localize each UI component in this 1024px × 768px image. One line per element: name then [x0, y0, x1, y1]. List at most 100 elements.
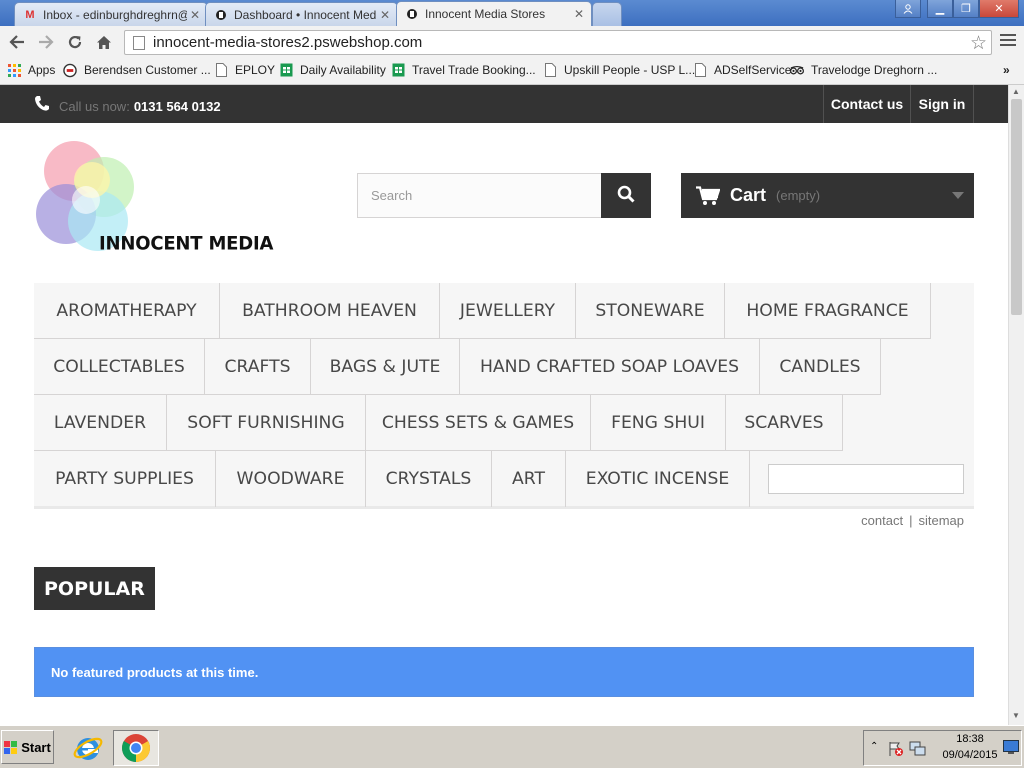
- search-button[interactable]: [601, 173, 651, 218]
- phone-number: 0131 564 0132: [133, 98, 221, 114]
- sheets-icon: [279, 63, 293, 77]
- network-icon[interactable]: [909, 741, 927, 762]
- menu-item-art[interactable]: ART: [492, 451, 566, 507]
- clock-time[interactable]: 18:38: [942, 733, 998, 745]
- page-viewport: Call us now: 0131 564 0132 Contact us Si…: [0, 85, 1008, 725]
- contact-us-link[interactable]: Contact us: [823, 85, 910, 123]
- popular-heading[interactable]: POPULAR: [34, 567, 155, 610]
- restore-icon[interactable]: ❐: [953, 0, 979, 18]
- menu-item-hand-crafted-soap-loaves[interactable]: HAND CRAFTED SOAP LOAVES: [460, 339, 760, 395]
- menu-item-home-fragrance[interactable]: HOME FRAGRANCE: [725, 283, 931, 339]
- scroll-up-icon[interactable]: ▲: [1012, 87, 1020, 96]
- back-icon[interactable]: [6, 31, 28, 53]
- bookmark-label: Berendsen Customer ...: [84, 63, 211, 77]
- menu-item-jewellery[interactable]: JEWELLERY: [440, 283, 576, 339]
- bookmark-star-icon[interactable]: ☆: [970, 32, 987, 55]
- tab-dashboard[interactable]: Dashboard • Innocent Media ✕: [205, 2, 398, 26]
- bookmark-eploy[interactable]: EPLOY: [214, 63, 275, 77]
- contact-link[interactable]: contact: [861, 513, 903, 528]
- menu-search-input[interactable]: [768, 464, 964, 494]
- menu-item-feng-shui[interactable]: FENG SHUI: [591, 395, 726, 451]
- apps-grid-icon: [7, 63, 21, 77]
- menu-item-chess-sets-games[interactable]: CHESS SETS & GAMES: [366, 395, 591, 451]
- menu-item-collectables[interactable]: COLLECTABLES: [34, 339, 205, 395]
- logo-text: INNOCENT MEDIA: [99, 232, 274, 255]
- tab-close-icon[interactable]: ✕: [377, 8, 393, 22]
- internet-explorer-icon[interactable]: [65, 730, 111, 766]
- search-input[interactable]: [357, 173, 602, 218]
- tripadvisor-icon: [790, 63, 804, 77]
- bookmark-travel-trade[interactable]: Travel Trade Booking...: [391, 63, 536, 77]
- menu-item-party-supplies[interactable]: PARTY SUPPLIES: [34, 451, 216, 507]
- minimize-icon[interactable]: ▁: [927, 0, 953, 18]
- home-icon[interactable]: [93, 31, 115, 53]
- clock-date[interactable]: 09/04/2015: [938, 749, 1002, 761]
- tab-title: Inbox - edinburghdreghrn@: [43, 7, 187, 22]
- call-us: Call us now: 0131 564 0132: [34, 95, 221, 117]
- gmail-icon: M: [25, 8, 35, 21]
- close-window-icon[interactable]: ✕: [979, 0, 1019, 18]
- address-bar[interactable]: innocent-media-stores2.pswebshop.com ☆: [124, 30, 992, 55]
- menu-item-crafts[interactable]: CRAFTS: [205, 339, 311, 395]
- phone-icon: [34, 95, 50, 117]
- bookmark-label: Travel Trade Booking...: [412, 63, 536, 77]
- chrome-menu-icon[interactable]: [1000, 34, 1016, 48]
- menu-item-crystals[interactable]: CRYSTALS: [366, 451, 492, 507]
- menu-item-aromatherapy[interactable]: AROMATHERAPY: [34, 283, 220, 339]
- reload-icon[interactable]: [64, 31, 86, 53]
- cart-button[interactable]: Cart (empty): [681, 173, 974, 218]
- tab-close-icon[interactable]: ✕: [571, 7, 587, 21]
- bookmark-adselfservice[interactable]: ADSelfService: [693, 63, 791, 77]
- tab-gmail[interactable]: M Inbox - edinburghdreghrn@ ✕: [14, 2, 208, 26]
- bookmarks-bar: Apps Berendsen Customer ... EPLOY Daily …: [0, 58, 1024, 85]
- call-label: Call us now:: [59, 98, 130, 114]
- menu-item-scarves[interactable]: SCARVES: [726, 395, 843, 451]
- bookmarks-overflow-button[interactable]: »: [1003, 63, 1010, 77]
- menu-item-stoneware[interactable]: STONEWARE: [576, 283, 725, 339]
- page-scrollbar[interactable]: ▲ ▼: [1008, 85, 1024, 725]
- bookmark-berendsen[interactable]: Berendsen Customer ...: [63, 63, 211, 77]
- bookmark-upskill-people[interactable]: Upskill People - USP L...: [543, 63, 695, 77]
- prestashop-icon: [214, 8, 228, 22]
- menu-item-bathroom-heaven[interactable]: BATHROOM HEAVEN: [220, 283, 440, 339]
- store-logo[interactable]: INNOCENT MEDIA: [34, 140, 282, 260]
- menu-item-bags-jute[interactable]: BAGS & JUTE: [311, 339, 460, 395]
- sheets-icon: [391, 63, 405, 77]
- cart-label: Cart: [730, 185, 767, 205]
- bookmark-travelodge[interactable]: Travelodge Dreghorn ...: [790, 63, 937, 77]
- system-tray: ⌃ 18:38 09/04/2015: [863, 730, 1022, 766]
- sitemap-link[interactable]: sitemap: [918, 513, 964, 528]
- page-icon: [693, 63, 707, 77]
- tab-innocent-media-stores[interactable]: Innocent Media Stores ✕: [396, 1, 592, 26]
- new-tab-button[interactable]: [592, 2, 622, 26]
- scroll-down-icon[interactable]: ▼: [1012, 711, 1020, 720]
- prestashop-icon: [405, 7, 419, 21]
- menu-item-soft-furnishing[interactable]: SOFT FURNISHING: [167, 395, 366, 451]
- bookmark-label: Apps: [28, 63, 56, 77]
- show-desktop-icon[interactable]: [1003, 740, 1019, 759]
- sign-in-link[interactable]: Sign in: [910, 85, 974, 123]
- bookmark-label: EPLOY: [235, 63, 276, 77]
- windows-taskbar: Start ⌃ 18:38 09/04/2015: [0, 725, 1024, 768]
- show-hidden-icons-icon[interactable]: ⌃: [870, 741, 878, 752]
- user-profile-icon[interactable]: [895, 0, 921, 18]
- chevron-down-icon: [952, 192, 964, 199]
- bookmark-apps[interactable]: Apps: [7, 63, 55, 77]
- menu-item-lavender[interactable]: LAVENDER: [34, 395, 167, 451]
- menu-item-candles[interactable]: CANDLES: [760, 339, 881, 395]
- tab-close-icon[interactable]: ✕: [187, 8, 203, 22]
- windows-flag-icon: [4, 740, 18, 754]
- scroll-thumb[interactable]: [1011, 99, 1022, 315]
- url-text: innocent-media-stores2.pswebshop.com: [153, 34, 423, 51]
- forward-icon[interactable]: [35, 31, 57, 53]
- berendsen-icon: [63, 63, 77, 77]
- store-search: [357, 173, 651, 218]
- header-sub-links: contact | sitemap: [861, 513, 964, 528]
- chrome-taskbar-icon[interactable]: [113, 730, 159, 766]
- category-menu: AROMATHERAPY BATHROOM HEAVEN JEWELLERY S…: [34, 283, 974, 509]
- action-center-flag-icon[interactable]: [888, 741, 904, 762]
- bookmark-daily-availability[interactable]: Daily Availability: [279, 63, 386, 77]
- menu-item-exotic-incense[interactable]: EXOTIC INCENSE: [566, 451, 750, 507]
- menu-item-woodware[interactable]: WOODWARE: [216, 451, 366, 507]
- start-button[interactable]: Start: [1, 730, 54, 764]
